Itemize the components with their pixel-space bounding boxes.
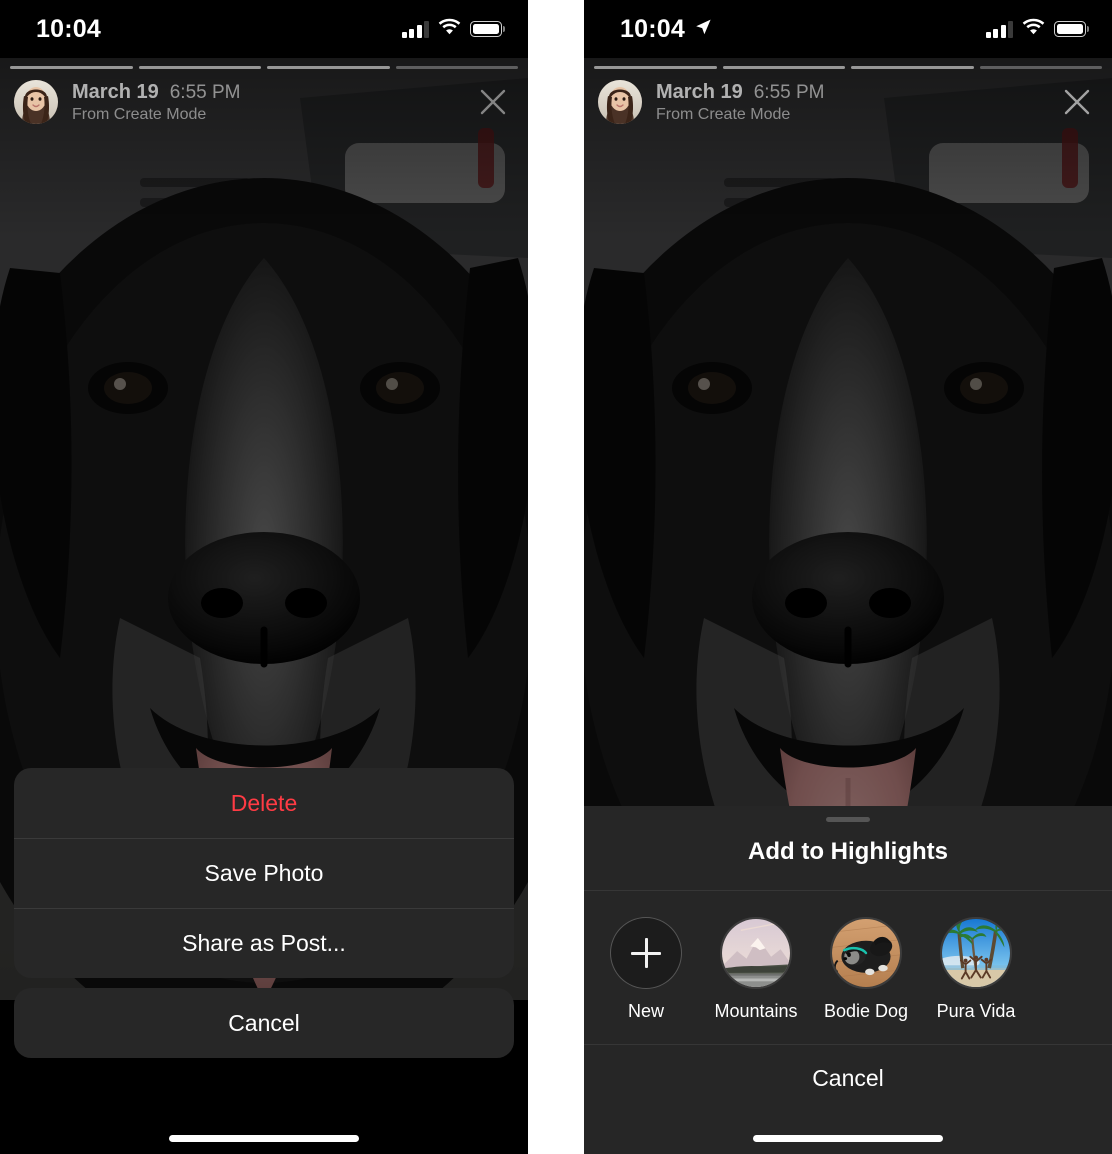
- cancel-button[interactable]: Cancel: [584, 1044, 1112, 1112]
- story-date: March 19: [656, 80, 743, 103]
- wifi-icon: [1022, 18, 1045, 40]
- highlight-label: Bodie Dog: [823, 1001, 909, 1021]
- cellular-bars-icon: [401, 20, 429, 38]
- highlight-label: Mountains: [714, 1001, 798, 1021]
- progress-segment: [395, 66, 518, 69]
- save-photo-button[interactable]: Save Photo: [14, 838, 514, 908]
- highlight-item-mountains[interactable]: Mountains: [714, 917, 798, 1022]
- story-time: 6:55 PM: [753, 81, 825, 103]
- highlight-label: New: [627, 1001, 664, 1021]
- progress-segment: [722, 66, 845, 69]
- story-photo: [584, 58, 1112, 806]
- sheet-grabber[interactable]: [826, 816, 870, 822]
- story-date: March 19: [72, 80, 159, 103]
- story-meta: March 19 6:55 PM From Create Mode: [72, 81, 240, 124]
- progress-segment: [594, 66, 717, 69]
- panel-separator: [528, 0, 584, 1154]
- cellular-bars-icon: [985, 20, 1013, 38]
- sheet-title: Add to Highlights: [748, 838, 948, 865]
- action-sheet-group: Delete Save Photo Share as Post...: [14, 768, 514, 978]
- dual-screenshot-stage: 10:04 March 19 6:55 PM From Create Mode …: [0, 0, 1112, 1154]
- progress-segment: [267, 66, 390, 69]
- status-bar-left-group: 10:04: [36, 14, 101, 43]
- home-indicator[interactable]: [753, 1135, 943, 1142]
- story-meta: March 19 6:55 PM From Create Mode: [656, 81, 824, 124]
- status-bar-left: 10:04: [0, 0, 528, 58]
- new-highlight-circle[interactable]: [610, 917, 682, 989]
- sheet-grabber-area[interactable]: [584, 806, 1112, 832]
- progress-segment: [10, 66, 133, 69]
- share-as-post-button[interactable]: Share as Post...: [14, 908, 514, 978]
- highlight-item-pura-vida[interactable]: Pura Vida: [936, 917, 1016, 1022]
- highlight-item-bodie-dog[interactable]: Bodie Dog: [823, 917, 909, 1022]
- highlight-label: Pura Vida: [936, 1001, 1016, 1021]
- avatar[interactable]: [598, 80, 642, 124]
- highlight-item-new[interactable]: New: [606, 917, 686, 1022]
- progress-segment: [979, 66, 1102, 69]
- story-progress-bar[interactable]: [10, 66, 518, 69]
- dog-photo-thumbnail[interactable]: [830, 917, 902, 989]
- story-viewer-right[interactable]: March 19 6:55 PM From Create Mode: [584, 58, 1112, 806]
- battery-full-icon: [470, 21, 502, 37]
- delete-button[interactable]: Delete: [14, 768, 514, 838]
- story-progress-bar[interactable]: [594, 66, 1102, 69]
- mountain-photo-thumbnail[interactable]: [720, 917, 792, 989]
- status-bar-right: 10:04: [584, 0, 1112, 58]
- add-to-highlights-sheet: Add to Highlights New Mountains Bodie Do…: [584, 806, 1112, 1154]
- sheet-safe-area: [584, 1112, 1112, 1154]
- close-icon[interactable]: [1056, 81, 1098, 123]
- status-bar-right-group: [985, 18, 1086, 40]
- story-header: March 19 6:55 PM From Create Mode: [14, 80, 514, 124]
- progress-segment: [138, 66, 261, 69]
- close-icon[interactable]: [472, 81, 514, 123]
- avatar[interactable]: [14, 80, 58, 124]
- story-header: March 19 6:55 PM From Create Mode: [598, 80, 1098, 124]
- location-arrow-icon: [694, 18, 712, 41]
- cancel-button[interactable]: Cancel: [14, 988, 514, 1058]
- status-time: 10:04: [36, 14, 101, 43]
- highlights-list[interactable]: New Mountains Bodie Dog Pura Vida: [584, 891, 1112, 1044]
- progress-segment: [851, 66, 974, 69]
- phone-panel-left: 10:04 March 19 6:55 PM From Create Mode …: [0, 0, 528, 1154]
- story-subtitle: From Create Mode: [656, 105, 791, 123]
- palm-beach-photo-thumbnail[interactable]: [940, 917, 1012, 989]
- plus-icon: [631, 938, 661, 968]
- story-subtitle: From Create Mode: [72, 105, 207, 123]
- home-indicator[interactable]: [169, 1135, 359, 1142]
- wifi-icon: [438, 18, 461, 40]
- status-bar-right-group: [401, 18, 502, 40]
- action-sheet: Delete Save Photo Share as Post... Cance…: [14, 768, 514, 1058]
- phone-panel-right: 10:04 March 19 6:55 PM From Create Mode …: [584, 0, 1112, 1154]
- status-bar-left-group: 10:04: [620, 14, 712, 43]
- battery-full-icon: [1054, 21, 1086, 37]
- status-time: 10:04: [620, 14, 685, 43]
- story-time: 6:55 PM: [169, 81, 241, 103]
